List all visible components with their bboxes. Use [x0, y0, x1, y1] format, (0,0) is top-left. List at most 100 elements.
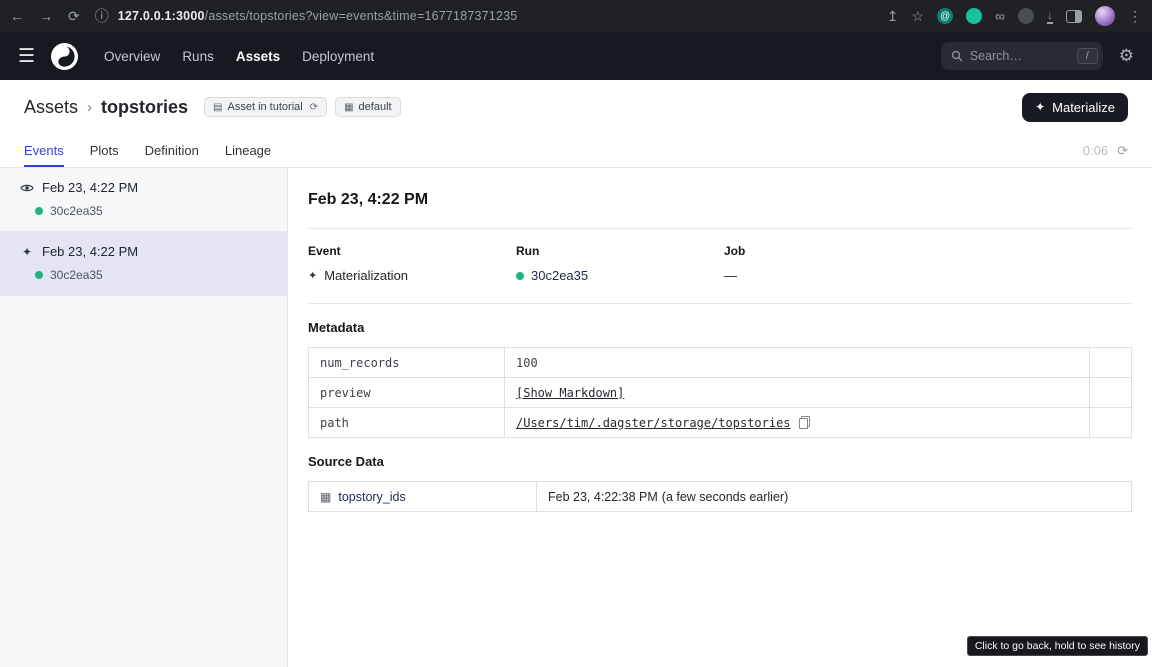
search-shortcut-key: /: [1077, 48, 1098, 64]
share-icon[interactable]: ↥: [887, 9, 899, 23]
browser-profile-avatar[interactable]: [1095, 6, 1115, 26]
back-history-tooltip: Click to go back, hold to see history: [967, 636, 1148, 656]
breadcrumb: Assets › topstories: [24, 97, 188, 118]
url: 127.0.0.1:3000/assets/topstories?view=ev…: [118, 9, 518, 23]
job-value: —: [724, 268, 737, 283]
source-asset-link[interactable]: topstory_ids: [338, 490, 405, 504]
metadata-action-cell: [1090, 348, 1132, 378]
metadata-action-cell: [1090, 378, 1132, 408]
search-input[interactable]: [970, 49, 1070, 63]
materialize-button[interactable]: ✦ Materialize: [1022, 93, 1128, 122]
run-status-dot: [35, 271, 43, 279]
table-row: ▦topstory_ids Feb 23, 4:22:38 PM (a few s…: [309, 482, 1132, 512]
url-host: 127.0.0.1:3000: [118, 9, 205, 23]
bookmark-star-icon[interactable]: ☆: [911, 9, 924, 23]
asset-header: Assets › topstories ▤ Asset in tutorial …: [0, 80, 1152, 134]
site-info-icon[interactable]: ⓘ: [95, 9, 109, 23]
default-group-tag[interactable]: ▦ default: [335, 97, 400, 117]
refresh-icon[interactable]: ⟳: [1117, 143, 1128, 159]
default-group-tag-label: default: [359, 101, 392, 113]
dagster-logo-svg: [51, 43, 78, 70]
extension-infinity-icon[interactable]: ∞: [995, 9, 1005, 23]
run-id-label: 30c2ea35: [50, 268, 103, 282]
downloads-icon[interactable]: ↓: [1047, 9, 1053, 24]
metadata-table: num_records 100 preview [Show Markdown] …: [308, 347, 1132, 438]
event-list-item-observation[interactable]: Feb 23, 4:22 PM 30c2ea35: [0, 168, 287, 232]
tab-plots[interactable]: Plots: [90, 134, 119, 167]
tab-lineage[interactable]: Lineage: [225, 134, 271, 167]
nav-assets[interactable]: Assets: [236, 49, 280, 64]
nav-runs[interactable]: Runs: [182, 49, 214, 64]
event-detail-title: Feb 23, 4:22 PM: [308, 168, 1132, 228]
address-bar[interactable]: ⓘ 127.0.0.1:3000/assets/topstories?view=…: [95, 9, 872, 23]
run-status-dot: [35, 207, 43, 215]
event-label: Event: [308, 244, 516, 258]
extension-icon-teal[interactable]: @: [937, 8, 953, 24]
copy-icon[interactable]: [799, 416, 809, 428]
event-list-sidebar: Feb 23, 4:22 PM 30c2ea35 ✦ Feb 23, 4:22 …: [0, 168, 288, 667]
extension-icon-green[interactable]: [966, 8, 982, 24]
table-row: preview [Show Markdown]: [309, 378, 1132, 408]
tab-events[interactable]: Events: [24, 134, 64, 167]
forward-button[interactable]: →: [39, 9, 53, 23]
browser-menu-icon[interactable]: ⋮: [1128, 9, 1142, 23]
app-navbar: ☰ Overview Runs Assets Deployment / ⚙: [0, 32, 1152, 80]
metadata-value-text: 100: [516, 356, 538, 370]
run-id-link[interactable]: 30c2ea35: [531, 268, 588, 283]
sparkle-icon: ✦: [1035, 100, 1045, 114]
side-panel-icon[interactable]: [1066, 10, 1082, 23]
tag-refresh-icon[interactable]: ⟳: [310, 102, 318, 113]
materialize-button-label: Materialize: [1052, 100, 1115, 115]
metadata-section-title: Metadata: [308, 320, 1132, 335]
breadcrumb-assets-link[interactable]: Assets: [24, 97, 78, 118]
nav-overview[interactable]: Overview: [104, 49, 160, 64]
metadata-value: [Show Markdown]: [505, 378, 1090, 408]
extension-icon-dark[interactable]: [1018, 8, 1034, 24]
event-summary: Event ✦ Materialization Run 30c2ea35 Job…: [308, 229, 1132, 303]
show-markdown-link[interactable]: [Show Markdown]: [516, 386, 624, 400]
source-data-table: ▦topstory_ids Feb 23, 4:22:38 PM (a few s…: [308, 481, 1132, 512]
breadcrumb-chevron-icon: ›: [87, 99, 92, 116]
metadata-key: num_records: [309, 348, 505, 378]
metadata-value: /Users/tim/.dagster/storage/topstories: [505, 408, 1090, 438]
menu-toggle-icon[interactable]: ☰: [18, 47, 35, 66]
source-asset-cell: ▦topstory_ids: [309, 482, 537, 512]
event-type-value: Materialization: [324, 268, 408, 283]
run-id-label: 30c2ea35: [50, 204, 103, 218]
source-time-note: (a few seconds earlier): [662, 490, 788, 504]
asset-tags: ▤ Asset in tutorial ⟳ ▦ default: [204, 97, 401, 117]
metadata-key: preview: [309, 378, 505, 408]
table-row: num_records 100: [309, 348, 1132, 378]
url-path: /assets/topstories?view=events&time=1677…: [205, 9, 518, 23]
browser-toolbar: ← → ⟳ ⓘ 127.0.0.1:3000/assets/topstories…: [0, 0, 1152, 32]
refresh-countdown: 0:06: [1083, 143, 1108, 158]
asset-group-tag-label: Asset in tutorial: [228, 101, 303, 113]
metadata-value: 100: [505, 348, 1090, 378]
tab-definition[interactable]: Definition: [145, 134, 199, 167]
source-time: Feb 23, 4:22:38 PM: [548, 490, 658, 504]
search-icon: [951, 50, 963, 62]
content-area: Feb 23, 4:22 PM 30c2ea35 ✦ Feb 23, 4:22 …: [0, 168, 1152, 667]
metadata-key: path: [309, 408, 505, 438]
run-status-dot: [516, 272, 524, 280]
observation-eye-icon: [20, 183, 34, 193]
table-row: path /Users/tim/.dagster/storage/topstor…: [309, 408, 1132, 438]
reload-button[interactable]: ⟳: [68, 9, 80, 23]
primary-nav: Overview Runs Assets Deployment: [104, 49, 374, 64]
source-time-cell: Feb 23, 4:22:38 PM (a few seconds earlier…: [537, 482, 1132, 512]
dagster-logo[interactable]: [51, 43, 78, 70]
asset-tabs: Events Plots Definition Lineage 0:06 ⟳: [0, 134, 1152, 168]
grid-tag-icon: ▦: [344, 102, 353, 113]
nav-deployment[interactable]: Deployment: [302, 49, 374, 64]
browser-actions: ↥ ☆ @ ∞ ↓ ⋮: [887, 6, 1142, 26]
asset-group-tag[interactable]: ▤ Asset in tutorial ⟳: [204, 97, 327, 117]
asset-tag-icon: ▤: [213, 102, 222, 113]
job-label: Job: [724, 244, 1132, 258]
back-button[interactable]: ←: [10, 9, 24, 23]
path-link[interactable]: /Users/tim/.dagster/storage/topstories: [516, 416, 791, 430]
materialization-sparkle-icon: ✦: [20, 245, 34, 259]
settings-gear-icon[interactable]: ⚙: [1119, 46, 1134, 66]
refresh-timer: 0:06 ⟳: [1083, 134, 1128, 167]
event-list-item-materialization[interactable]: ✦ Feb 23, 4:22 PM 30c2ea35: [0, 232, 287, 296]
search-box[interactable]: /: [941, 42, 1103, 70]
